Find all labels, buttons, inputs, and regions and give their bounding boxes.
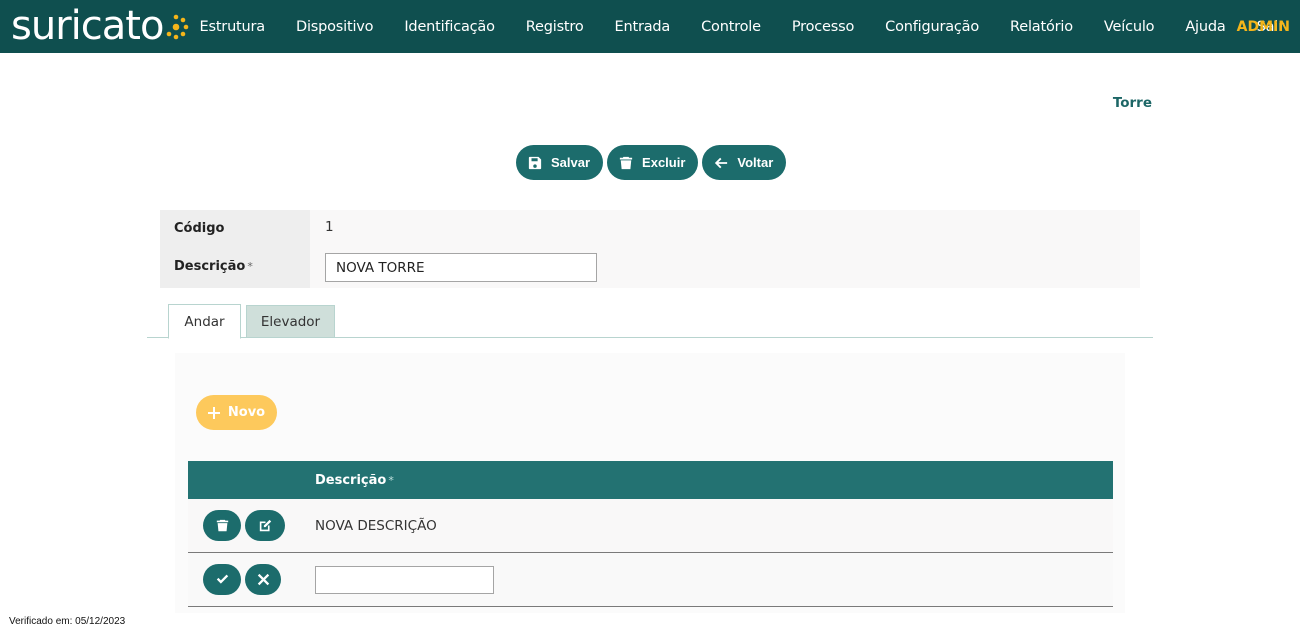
row-edit-button[interactable] (245, 510, 285, 541)
save-button[interactable]: Salvar (516, 145, 604, 180)
nav-item-configuracao[interactable]: Configuração (870, 19, 995, 35)
required-mark: * (247, 260, 253, 273)
tab-andar[interactable]: Andar (168, 304, 241, 339)
nav-item-relatorio[interactable]: Relatório (995, 19, 1089, 35)
x-icon (257, 573, 269, 586)
nav-item-veiculo[interactable]: Veículo (1088, 19, 1169, 35)
nav-item-processo[interactable]: Processo (776, 19, 869, 35)
main-menu: Estrutura Dispositivo Identificação Regi… (184, 0, 1299, 53)
detail-tabs: Andar Elevador (147, 304, 1153, 339)
nav-item-controle[interactable]: Controle (686, 19, 777, 35)
new-button-label: Novo (227, 405, 266, 420)
trash-icon (216, 519, 228, 532)
verified-date: Verificado em: 05/12/2023 (9, 616, 126, 627)
row-delete-button[interactable] (203, 510, 241, 541)
save-button-label: Salvar (551, 155, 591, 170)
column-header-description-text: Descrição (315, 472, 387, 488)
check-icon (216, 574, 228, 584)
delete-button-label: Excluir (642, 155, 686, 170)
table-row-new (188, 553, 1113, 607)
code-value: 1 (325, 219, 334, 235)
nav-item-identificacao[interactable]: Identificação (389, 19, 510, 35)
column-header-description: Descrição * (315, 461, 394, 499)
description-label: Descrição * (174, 259, 253, 274)
nav-item-estrutura[interactable]: Estrutura (184, 19, 280, 35)
nav-item-dispositivo[interactable]: Dispositivo (280, 19, 388, 35)
code-label: Código (174, 221, 224, 236)
back-button-label: Voltar (737, 155, 774, 170)
row-cancel-button[interactable] (245, 564, 281, 595)
column-required-mark: * (388, 473, 394, 487)
tower-form: Código 1 Descrição * NOVA TORRE (160, 210, 1140, 288)
row-confirm-button[interactable] (203, 564, 241, 595)
suricato-logo[interactable]: suricato (11, 4, 189, 48)
pencil-square-icon (259, 519, 271, 532)
andar-table: Descrição * NOVA DESCRIÇÃO (188, 461, 1113, 607)
user-menu-admin[interactable]: ADMIN (1237, 0, 1290, 53)
arrow-left-icon (715, 157, 728, 168)
action-toolbar: Salvar Excluir Voltar (516, 145, 787, 180)
delete-button[interactable]: Excluir (607, 145, 699, 180)
page-title: Torre (1112, 95, 1152, 111)
description-input[interactable]: NOVA TORRE (325, 253, 597, 282)
new-row-description-input[interactable] (315, 566, 494, 594)
nav-item-entrada[interactable]: Entrada (599, 19, 686, 35)
code-label-text: Código (174, 221, 225, 236)
table-header: Descrição * (188, 461, 1113, 499)
tab-elevador[interactable]: Elevador (246, 305, 335, 338)
table-row: NOVA DESCRIÇÃO (188, 499, 1113, 553)
nav-item-ajuda[interactable]: Ajuda (1170, 19, 1241, 35)
row-description: NOVA DESCRIÇÃO (315, 518, 437, 534)
nav-item-registro[interactable]: Registro (510, 19, 599, 35)
floppy-disk-icon (528, 156, 542, 169)
logo-text: suricato (11, 3, 164, 49)
new-andar-button[interactable]: Novo (196, 395, 277, 430)
description-label-text: Descrição (174, 259, 246, 274)
trash-icon (619, 156, 633, 169)
top-navbar: suricato Estrutura Dispositivo Identific… (0, 0, 1300, 53)
back-button[interactable]: Voltar (702, 145, 787, 180)
plus-icon (207, 406, 220, 419)
